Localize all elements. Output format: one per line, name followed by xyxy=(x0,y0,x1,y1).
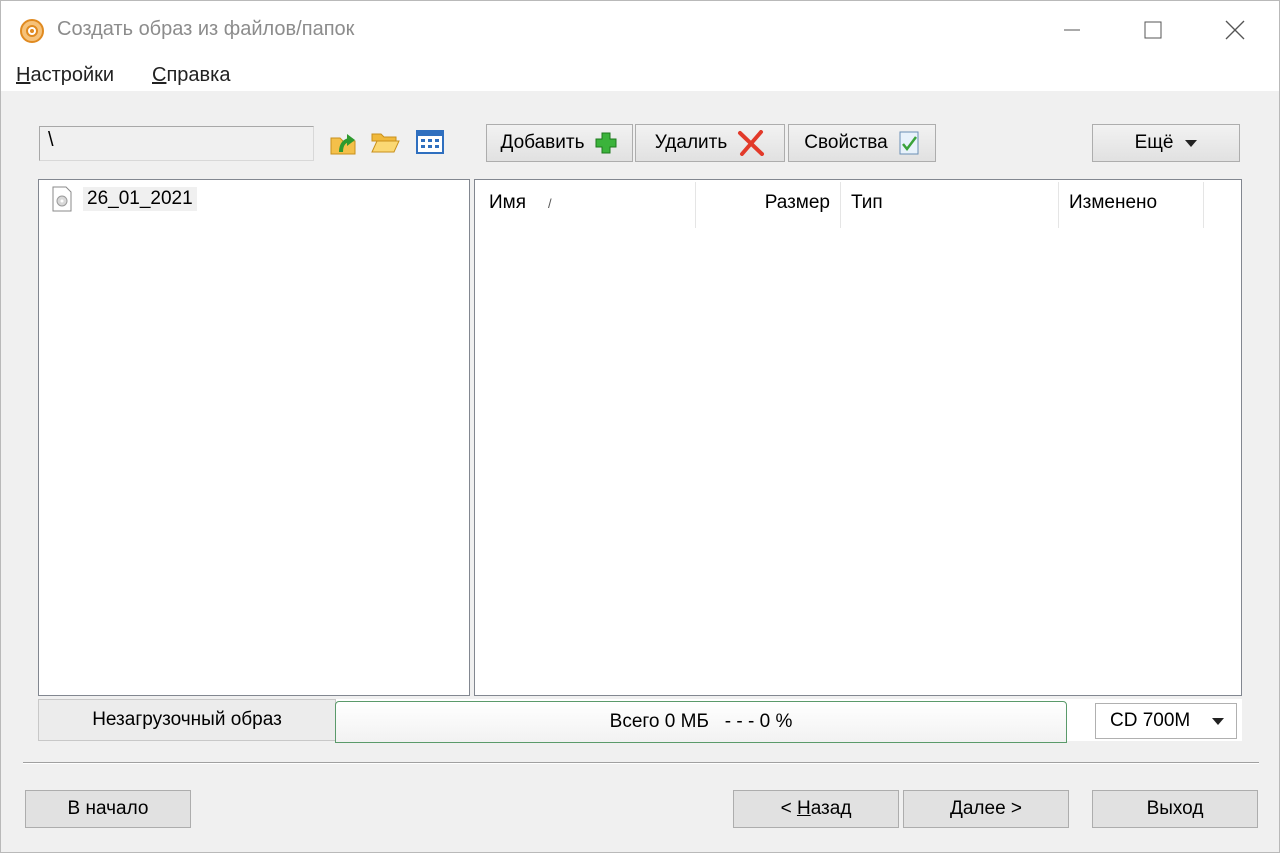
minimize-icon xyxy=(1064,29,1080,31)
back-rest: азад xyxy=(810,798,852,819)
boot-type-toggle[interactable]: Незагрузочный образ xyxy=(38,699,336,741)
home-button-label: В начало xyxy=(67,798,149,819)
plus-icon xyxy=(594,131,618,155)
home-button[interactable]: В начало xyxy=(25,790,191,828)
back-button[interactable]: < Назад xyxy=(733,790,899,828)
next-accel: Д xyxy=(949,798,963,819)
disc-image-icon xyxy=(52,186,72,212)
create-image-window: Создать образ из файлов/папок Настройки … xyxy=(0,0,1280,853)
column-separator[interactable] xyxy=(1203,182,1204,228)
column-separator[interactable] xyxy=(840,182,841,228)
more-button[interactable]: Ещё xyxy=(1092,124,1240,162)
column-modified-label: Изменено xyxy=(1069,192,1158,213)
properties-button[interactable]: Свойства xyxy=(788,124,936,162)
boot-type-label: Незагрузочный образ xyxy=(92,709,282,730)
column-type-label: Тип xyxy=(851,192,883,213)
minimize-button[interactable] xyxy=(1031,1,1113,59)
column-name-label: Имя xyxy=(489,192,527,213)
column-separator[interactable] xyxy=(1058,182,1059,228)
back-accel: Н xyxy=(796,798,811,819)
folder-tree[interactable]: 26_01_2021 xyxy=(38,179,470,696)
column-header-size[interactable]: Размер xyxy=(696,180,830,226)
menu-settings[interactable]: Настройки xyxy=(16,64,114,87)
more-button-label: Ещё xyxy=(1134,132,1174,153)
properties-button-label: Свойства xyxy=(804,132,888,153)
delete-button[interactable]: Удалить xyxy=(635,124,785,162)
maximize-icon xyxy=(1144,21,1162,39)
path-field[interactable]: \ xyxy=(39,126,314,161)
close-button[interactable] xyxy=(1194,1,1276,59)
menu-bar: Настройки Справка xyxy=(1,59,1279,91)
file-list[interactable]: Имя / Размер Тип Изменено xyxy=(474,179,1242,696)
media-size-select[interactable]: CD 700M xyxy=(1095,703,1237,739)
maximize-button[interactable] xyxy=(1112,1,1194,59)
back-prefix: < xyxy=(780,798,797,819)
column-header-name[interactable]: Имя / xyxy=(489,180,694,226)
sort-indicator-icon: / xyxy=(548,195,552,211)
delete-x-icon xyxy=(737,130,765,156)
total-size: 0 МБ xyxy=(664,711,709,732)
divider xyxy=(23,762,1259,764)
menu-help[interactable]: Справка xyxy=(152,64,230,87)
status-bar: Незагрузочный образ Всего 0 МБ - - - 0 %… xyxy=(38,699,1242,743)
dropdown-arrow-icon xyxy=(1185,139,1198,147)
total-prefix: Всего xyxy=(609,711,660,732)
media-size-value: CD 700M xyxy=(1110,710,1191,731)
open-folder-icon[interactable] xyxy=(369,126,401,158)
up-folder-icon[interactable] xyxy=(327,126,359,158)
next-rest: алее > xyxy=(962,798,1023,819)
close-icon xyxy=(1225,20,1245,40)
tree-item-label: 26_01_2021 xyxy=(83,187,197,211)
disc-app-icon xyxy=(20,19,44,43)
column-size-label: Размер xyxy=(764,192,830,213)
exit-button-label: Выход xyxy=(1146,798,1204,819)
tree-item[interactable]: 26_01_2021 xyxy=(51,186,197,212)
properties-check-icon xyxy=(898,130,920,156)
next-button[interactable]: Далее > xyxy=(903,790,1069,828)
title-bar: Создать образ из файлов/папок xyxy=(1,1,1279,59)
capacity-indicator: Всего 0 МБ - - - 0 % xyxy=(335,701,1067,743)
add-button-label: Добавить xyxy=(500,132,585,153)
column-header-modified[interactable]: Изменено xyxy=(1069,180,1199,226)
chevron-down-icon xyxy=(1212,718,1224,725)
delete-button-label: Удалить xyxy=(654,132,728,153)
total-percent: 0 % xyxy=(759,711,793,732)
window-title: Создать образ из файлов/папок xyxy=(57,18,355,40)
column-header-type[interactable]: Тип xyxy=(851,180,1051,226)
exit-button[interactable]: Выход xyxy=(1092,790,1258,828)
view-mode-icon[interactable] xyxy=(414,126,446,158)
total-bar: - - - xyxy=(724,711,755,732)
add-button[interactable]: Добавить xyxy=(486,124,633,162)
